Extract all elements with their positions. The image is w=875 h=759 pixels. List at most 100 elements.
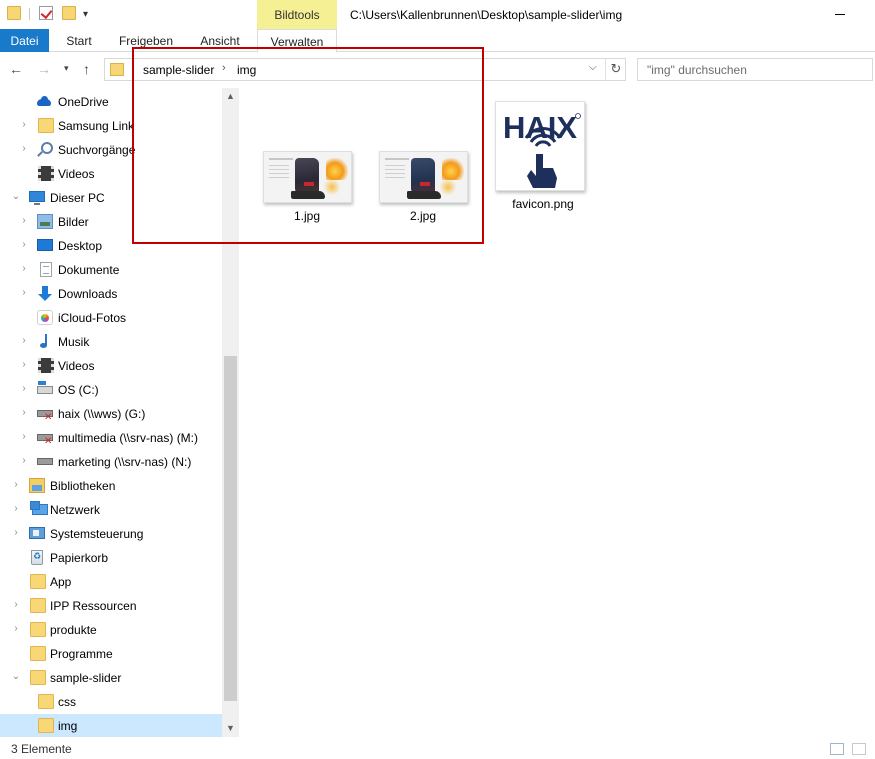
chevron-down-icon[interactable]: ⌄ xyxy=(11,671,21,682)
details-view-icon[interactable] xyxy=(830,743,844,755)
chevron-right-icon[interactable]: › xyxy=(19,119,29,130)
nav-item-label: Videos xyxy=(58,359,95,373)
folder-icon xyxy=(30,574,46,589)
nav-item-app[interactable]: App xyxy=(0,570,222,594)
nav-item-papierkorb[interactable]: Papierkorb xyxy=(0,546,222,570)
haix-logo-thumbnail-icon: HAIX xyxy=(495,101,585,191)
nav-item-label: produkte xyxy=(50,623,97,637)
folder-icon xyxy=(30,646,46,661)
nav-item-videos[interactable]: › Videos xyxy=(0,354,222,378)
desktop-icon xyxy=(37,239,53,251)
documents-icon xyxy=(40,262,52,277)
nav-item-label: Musik xyxy=(58,335,90,349)
nav-item-label: multimedia (\\srv-nas) (M:) xyxy=(58,431,199,445)
nav-item-haix-drive[interactable]: › haix (\\wws) (G:) xyxy=(0,402,222,426)
nav-item-netzwerk[interactable]: › Netzwerk xyxy=(0,498,222,522)
nav-item-label: iCloud-Fotos xyxy=(58,311,127,325)
nav-item-os-c[interactable]: › OS (C:) xyxy=(0,378,222,402)
customize-quick-access-icon[interactable]: ▾ xyxy=(83,9,88,20)
chevron-right-icon[interactable]: › xyxy=(11,479,21,490)
folder-icon xyxy=(38,718,54,733)
nav-item-ipp-ressourcen[interactable]: › IPP Ressourcen xyxy=(0,594,222,618)
properties-icon[interactable] xyxy=(39,6,53,20)
network-drive-disconnected-icon xyxy=(37,434,53,447)
nav-item-downloads[interactable]: › Downloads xyxy=(0,282,222,306)
nav-item-multimedia-drive[interactable]: › multimedia (\\srv-nas) (M:) xyxy=(0,426,222,450)
nav-item-musik[interactable]: › Musik xyxy=(0,330,222,354)
tab-datei[interactable]: Datei xyxy=(0,29,49,52)
nav-item-label: Bilder xyxy=(58,215,89,229)
chevron-right-icon[interactable]: › xyxy=(19,455,29,466)
nav-item-systemsteuerung[interactable]: › Systemsteuerung xyxy=(0,522,222,546)
chevron-right-icon[interactable]: › xyxy=(19,407,29,418)
status-bar: 3 Elemente xyxy=(0,737,875,759)
network-drive-disconnected-icon xyxy=(37,410,53,423)
nav-item-label: Programme xyxy=(50,647,113,661)
nav-item-dokumente[interactable]: › Dokumente xyxy=(0,258,222,282)
libraries-icon xyxy=(29,478,45,493)
chevron-right-icon[interactable]: › xyxy=(19,215,29,226)
forward-arrow-icon[interactable]: → xyxy=(37,61,51,77)
context-tab-group-label: Bildtools xyxy=(257,0,337,29)
nav-item-sample-slider[interactable]: ⌄ sample-slider xyxy=(0,666,222,690)
nav-item-marketing-drive[interactable]: › marketing (\\srv-nas) (N:) xyxy=(0,450,222,474)
large-icons-view-icon[interactable] xyxy=(852,743,866,755)
search-input[interactable]: "img" durchsuchen xyxy=(637,58,873,81)
chevron-right-icon[interactable]: › xyxy=(19,263,29,274)
file-item[interactable]: HAIX favicon.png xyxy=(487,101,587,213)
chevron-right-icon[interactable]: › xyxy=(11,527,21,538)
scroll-down-icon[interactable]: ▼ xyxy=(222,720,239,737)
minimize-icon[interactable] xyxy=(835,14,845,15)
refresh-icon[interactable]: ↻ xyxy=(605,59,626,80)
chevron-right-icon[interactable]: › xyxy=(19,143,29,154)
nav-item-label: Papierkorb xyxy=(50,551,109,565)
video-icon xyxy=(38,358,54,373)
scrollbar-thumb[interactable] xyxy=(224,356,237,701)
nav-item-label: App xyxy=(50,575,72,589)
network-drive-icon xyxy=(37,458,53,465)
control-panel-icon xyxy=(29,527,45,539)
recycle-bin-icon xyxy=(31,550,43,565)
recent-locations-icon[interactable]: ▾ xyxy=(64,63,69,74)
pictures-icon xyxy=(37,214,53,229)
drive-icon xyxy=(37,381,53,394)
nav-item-programme[interactable]: Programme xyxy=(0,642,222,666)
nav-item-label: haix (\\wws) (G:) xyxy=(58,407,146,421)
chevron-right-icon[interactable]: › xyxy=(19,287,29,298)
nav-item-label: Netzwerk xyxy=(50,503,101,517)
nav-item-img[interactable]: img xyxy=(0,714,222,738)
chevron-down-icon[interactable]: ⌵ xyxy=(589,62,597,73)
chevron-right-icon[interactable]: › xyxy=(11,599,21,610)
nav-item-label: Bibliotheken xyxy=(50,479,116,493)
nav-item-icloud-fotos[interactable]: iCloud-Fotos xyxy=(0,306,222,330)
nav-item-bibliotheken[interactable]: › Bibliotheken xyxy=(0,474,222,498)
icloud-photos-icon xyxy=(37,310,53,325)
back-arrow-icon[interactable]: ← xyxy=(9,61,23,77)
new-folder-icon[interactable] xyxy=(62,6,76,20)
chevron-right-icon[interactable]: › xyxy=(11,623,21,634)
hand-pointer-icon xyxy=(527,154,557,188)
nav-item-label: Dokumente xyxy=(58,263,120,277)
nav-item-label: sample-slider xyxy=(50,671,122,685)
chevron-down-icon[interactable]: ⌄ xyxy=(11,191,21,202)
chevron-right-icon[interactable]: › xyxy=(19,359,29,370)
nav-item-label: Suchvorgänge xyxy=(58,143,136,157)
nav-item-css[interactable]: css xyxy=(0,690,222,714)
chevron-right-icon[interactable]: › xyxy=(19,335,29,346)
chevron-right-icon[interactable]: › xyxy=(19,383,29,394)
search-placeholder: "img" durchsuchen xyxy=(647,63,747,77)
title-bar: ▾ Bildtools C:\Users\Kallenbrunnen\Deskt… xyxy=(0,0,875,31)
nav-item-label: img xyxy=(58,719,78,733)
file-name: favicon.png xyxy=(512,197,574,211)
item-count: 3 Elemente xyxy=(11,742,72,756)
chevron-right-icon[interactable]: › xyxy=(11,503,21,514)
nav-item-label: Samsung Link xyxy=(58,119,135,133)
search-icon xyxy=(37,142,53,157)
tab-start[interactable]: Start xyxy=(56,29,102,52)
up-arrow-icon[interactable]: ↑ xyxy=(83,61,90,77)
nav-item-produkte[interactable]: › produkte xyxy=(0,618,222,642)
chevron-right-icon[interactable]: › xyxy=(19,239,29,250)
folder-icon xyxy=(30,622,46,637)
chevron-right-icon[interactable]: › xyxy=(19,431,29,442)
folder-icon[interactable] xyxy=(7,6,21,20)
